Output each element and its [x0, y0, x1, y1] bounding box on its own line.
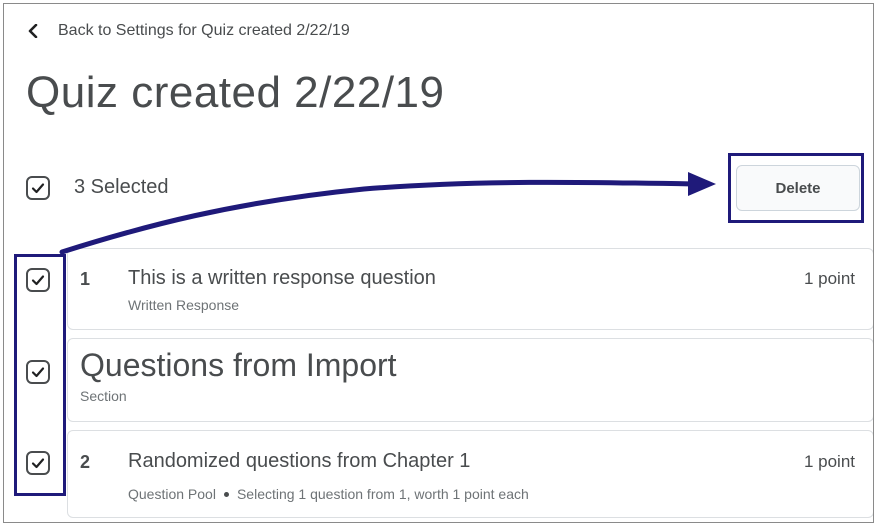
bullet-separator	[223, 491, 229, 497]
question-card[interactable]: 1 This is a written response question Wr…	[67, 248, 873, 330]
question-points: 1 point	[803, 452, 855, 471]
question-pool-info: Question Pool Selecting 1 question from 1…	[128, 486, 529, 502]
delete-highlight-box	[728, 153, 864, 223]
section-card[interactable]: Questions from Import Section	[67, 338, 873, 422]
question-card[interactable]: 2 Randomized questions from Chapter 1 Qu…	[67, 430, 873, 518]
quiz-editor-panel: Back to Settings for Quiz created 2/22/1…	[3, 3, 874, 523]
page-title: Quiz created 2/22/19	[26, 68, 445, 117]
question-points: 1 point	[803, 269, 855, 288]
question-title[interactable]: This is a written response question	[128, 267, 436, 290]
question-pool-detail: Selecting 1 question from 1, worth 1 poi…	[236, 486, 529, 502]
question-number: 2	[80, 452, 91, 472]
section-title[interactable]: Questions from Import	[80, 347, 397, 384]
question-type: Question Pool	[128, 486, 216, 502]
question-type: Written Response	[128, 297, 240, 313]
selected-count-label: 3 Selected	[74, 176, 169, 198]
checkmark-icon	[31, 183, 45, 194]
question-title[interactable]: Randomized questions from Chapter 1	[128, 450, 470, 473]
section-label: Section	[80, 388, 127, 404]
question-number: 1	[80, 269, 91, 289]
checkbox-highlight-box	[14, 254, 66, 496]
chevron-left-icon	[28, 24, 38, 38]
select-all-checkbox[interactable]	[26, 176, 50, 200]
back-to-settings-link[interactable]: Back to Settings for Quiz created 2/22/1…	[26, 22, 350, 40]
back-link-label: Back to Settings for Quiz created 2/22/1…	[58, 22, 350, 39]
